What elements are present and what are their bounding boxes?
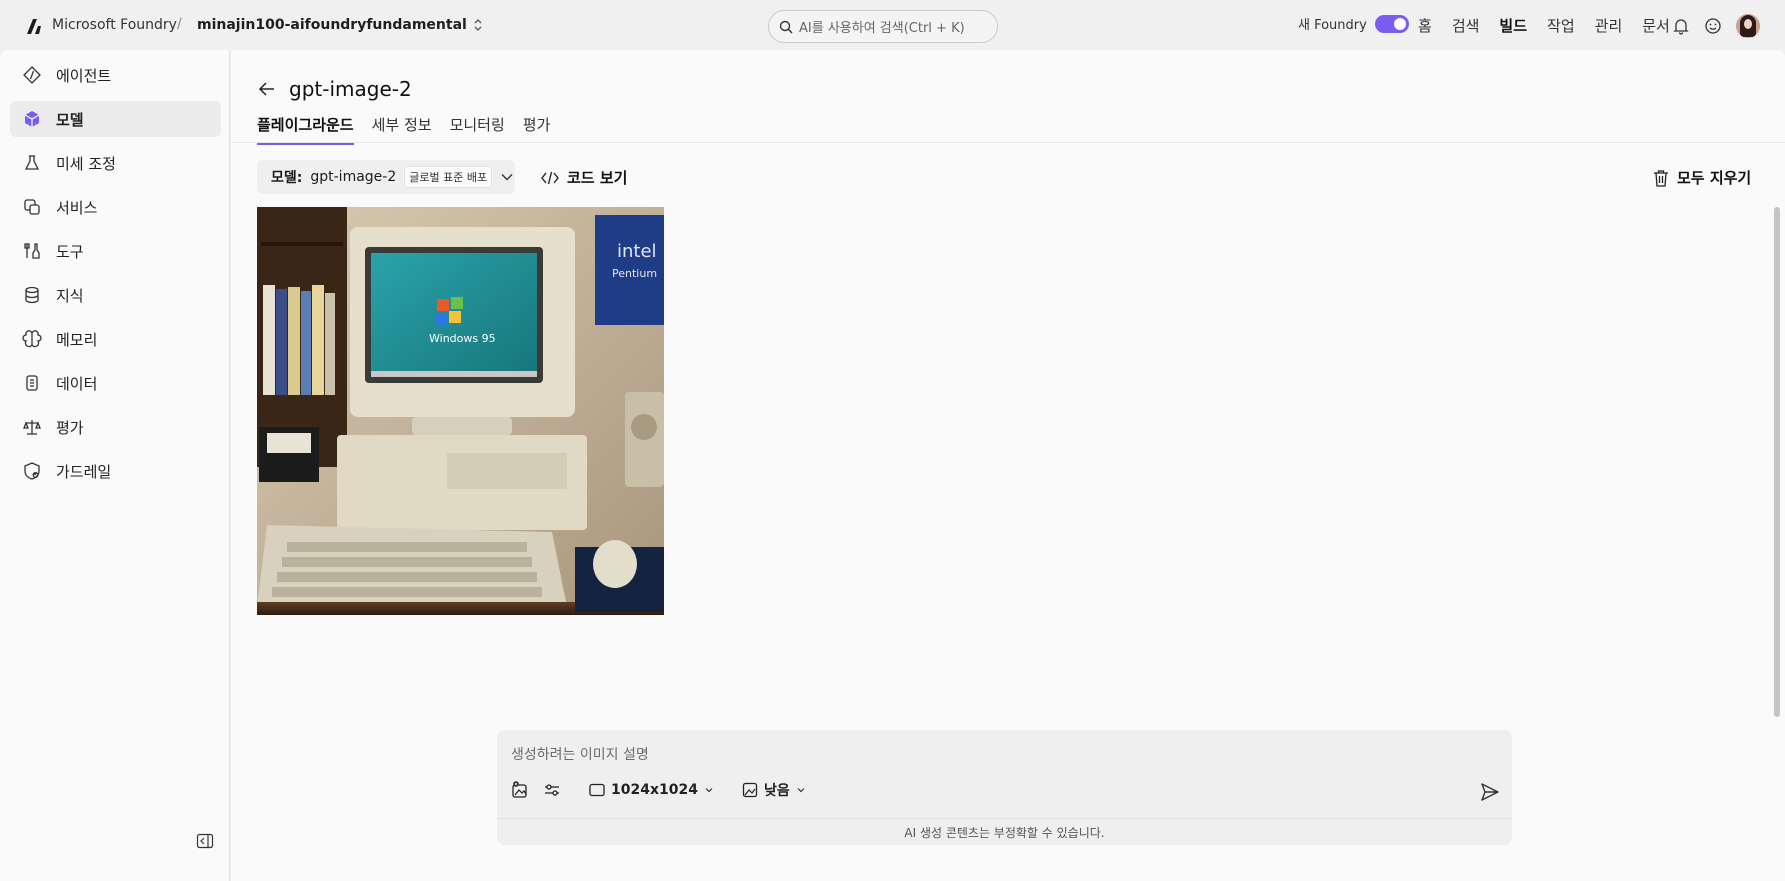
trash-icon: [1654, 169, 1668, 187]
chevron-down-icon: [797, 788, 805, 793]
top-navigation: 홈 검색 빌드 작업 관리 문서: [1418, 15, 1670, 36]
new-foundry-toggle[interactable]: [1374, 14, 1409, 33]
sidebar-item-knowledge[interactable]: 지식: [10, 277, 221, 313]
sidebar-item-tools[interactable]: 도구: [10, 233, 221, 269]
search-placeholder: AI를 사용하여 검색(Ctrl + K): [799, 21, 965, 36]
foundry-logo-icon[interactable]: [24, 16, 44, 36]
main-content: gpt-image-2 플레이그라운드 세부 정보 모니터링 평가 모델: gp…: [231, 50, 1785, 881]
agent-icon: [22, 65, 42, 85]
ai-disclaimer: AI 생성 콘텐츠는 부정확할 수 있습니다.: [904, 826, 1105, 840]
breadcrumb-separator: /: [177, 16, 182, 32]
prompt-composer: 생성하려는 이미지 설명 1024x1024 낮음 AI 생성 콘텐츠는 부정확…: [497, 730, 1512, 845]
scrollbar[interactable]: [1774, 207, 1780, 717]
topnav-discover[interactable]: 검색: [1452, 15, 1480, 36]
view-code-label: 코드 보기: [567, 169, 628, 187]
sidebar-item-services[interactable]: 서비스: [10, 189, 221, 225]
sidebar-item-label: 평가: [56, 418, 84, 437]
generated-image[interactable]: intel Pentium Windows 95: [257, 207, 664, 615]
tab-monitoring[interactable]: 모니터링: [450, 114, 505, 145]
svg-text:intel: intel: [617, 241, 657, 262]
sidebar-item-label: 모델: [56, 110, 84, 129]
project-switcher[interactable]: minajin100-aifoundryfundamental: [197, 17, 483, 33]
quality-value: 낮음: [763, 783, 790, 799]
feedback-smiley-icon[interactable]: [1704, 17, 1722, 35]
add-image-icon[interactable]: [511, 781, 529, 799]
top-bar: Microsoft Foundry / minajin100-aifoundry…: [0, 0, 1785, 50]
database-icon: [22, 285, 42, 305]
topnav-build[interactable]: 빌드: [1499, 15, 1527, 36]
sidebar-item-fine-tuning[interactable]: 미세 조정: [10, 145, 221, 181]
sidebar-item-label: 서비스: [56, 198, 98, 217]
tab-details[interactable]: 세부 정보: [372, 114, 432, 145]
tab-playground[interactable]: 플레이그라운드: [257, 114, 354, 145]
sidebar-item-agents[interactable]: 에이전트: [10, 57, 221, 93]
topnav-manage[interactable]: 관리: [1595, 15, 1623, 36]
quality-dropdown[interactable]: 낮음: [742, 780, 806, 800]
back-arrow-icon[interactable]: [257, 79, 277, 99]
tab-bar: 플레이그라운드 세부 정보 모니터링 평가: [257, 114, 550, 145]
sidebar-item-memory[interactable]: 메모리: [10, 321, 221, 357]
search-input[interactable]: AI를 사용하여 검색(Ctrl + K): [768, 10, 998, 43]
top-icons: [1672, 14, 1760, 38]
shield-icon: [22, 461, 42, 481]
topnav-docs[interactable]: 문서: [1642, 15, 1670, 36]
size-value: 1024x1024: [611, 782, 698, 798]
code-icon: [541, 171, 559, 184]
topnav-operate[interactable]: 작업: [1547, 15, 1575, 36]
model-value: gpt-image-2: [310, 169, 397, 185]
size-dropdown[interactable]: 1024x1024: [589, 782, 714, 798]
view-code-button[interactable]: 코드 보기: [541, 167, 627, 188]
model-cube-icon: [22, 109, 42, 129]
tab-divider: [231, 142, 1785, 143]
scale-icon: [22, 417, 42, 437]
brand-name[interactable]: Microsoft Foundry: [52, 17, 177, 33]
model-label: 모델:: [271, 170, 303, 186]
sidebar-item-label: 데이터: [56, 374, 98, 393]
search-icon: [779, 20, 793, 33]
sidebar-item-label: 지식: [56, 286, 84, 305]
send-icon[interactable]: [1479, 781, 1501, 803]
sidebar-item-label: 에이전트: [56, 66, 112, 85]
collapse-sidebar-icon[interactable]: [196, 832, 214, 850]
project-name: minajin100-aifoundryfundamental: [197, 17, 467, 33]
services-icon: [22, 197, 42, 217]
sidebar-item-evaluation[interactable]: 평가: [10, 409, 221, 445]
tab-evaluation[interactable]: 평가: [523, 114, 551, 145]
sidebar-item-models[interactable]: 모델: [10, 101, 221, 137]
svg-text:Pentium: Pentium: [612, 267, 657, 280]
svg-text:Windows 95: Windows 95: [429, 332, 496, 345]
deployment-badge: 글로벌 표준 배포: [404, 166, 493, 188]
composer-divider: [497, 818, 1512, 819]
sidebar-item-label: 미세 조정: [56, 154, 116, 173]
topnav-home[interactable]: 홈: [1418, 15, 1432, 36]
prompt-input[interactable]: 생성하려는 이미지 설명: [511, 744, 649, 764]
page-title: gpt-image-2: [289, 77, 412, 101]
sidebar-item-data[interactable]: 데이터: [10, 365, 221, 401]
tools-icon: [22, 241, 42, 261]
flask-icon: [22, 153, 42, 173]
data-icon: [22, 373, 42, 393]
chevron-down-icon: [501, 174, 513, 181]
bell-icon[interactable]: [1672, 17, 1690, 35]
clear-all-button[interactable]: 모두 지우기: [1653, 167, 1751, 188]
sidebar-item-label: 도구: [56, 242, 84, 261]
sidebar-item-label: 가드레일: [56, 462, 112, 481]
settings-sliders-icon[interactable]: [543, 781, 561, 799]
new-foundry-label: 새 Foundry: [1298, 18, 1367, 33]
sidebar: 에이전트 모델 미세 조정 서비스 도구 지식 메모리 데이터 평가 가드레일: [0, 50, 230, 881]
image-quality-icon: [742, 782, 758, 798]
user-avatar[interactable]: [1736, 14, 1760, 38]
brain-icon: [22, 329, 42, 349]
sidebar-item-guardrails[interactable]: 가드레일: [10, 453, 221, 489]
chevron-updown-icon: [474, 19, 482, 31]
clear-all-label: 모두 지우기: [1677, 169, 1752, 187]
sidebar-item-label: 메모리: [56, 330, 98, 349]
chevron-down-icon: [705, 788, 713, 793]
new-foundry-toggle-group: 새 Foundry: [1298, 14, 1409, 33]
composer-toolbar: 1024x1024 낮음: [511, 780, 806, 800]
aspect-ratio-icon: [589, 783, 605, 797]
model-dropdown[interactable]: 모델: gpt-image-2 글로벌 표준 배포: [257, 160, 515, 194]
